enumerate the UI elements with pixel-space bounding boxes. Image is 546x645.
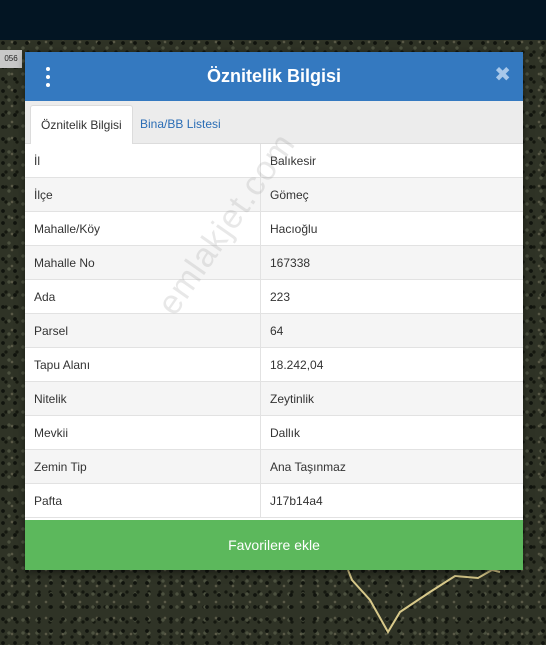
attr-value: Balıkesir bbox=[260, 144, 523, 178]
attribute-dialog: Öznitelik Bilgisi ✖ Öznitelik Bilgisi Bi… bbox=[25, 52, 523, 570]
attr-key: Parsel bbox=[25, 313, 261, 348]
attr-key: Nitelik bbox=[25, 381, 261, 416]
close-icon[interactable]: ✖ bbox=[494, 65, 511, 85]
attr-value: Hacıoğlu bbox=[260, 211, 523, 246]
attr-value: Zeytinlik bbox=[260, 381, 523, 416]
table-row: Nitelik Zeytinlik bbox=[25, 381, 523, 416]
attr-value: Ana Taşınmaz bbox=[260, 449, 523, 484]
attr-value: J17b14a4 bbox=[260, 483, 523, 518]
attr-key: Zemin Tip bbox=[25, 449, 261, 484]
attr-key: İlçe bbox=[25, 177, 261, 212]
attr-key: Mahalle/Köy bbox=[25, 211, 261, 246]
tab-building-list[interactable]: Bina/BB Listesi bbox=[130, 105, 231, 143]
attr-key: Mahalle No bbox=[25, 245, 261, 280]
attr-value: 223 bbox=[260, 279, 523, 314]
attr-value: Gömeç bbox=[260, 177, 523, 212]
kebab-menu-icon[interactable] bbox=[43, 67, 53, 87]
table-row: İl Balıkesir bbox=[25, 144, 523, 178]
table-row: Mahalle No 167338 bbox=[25, 245, 523, 280]
table-row: Zemin Tip Ana Taşınmaz bbox=[25, 449, 523, 484]
tab-attribute-info[interactable]: Öznitelik Bilgisi bbox=[30, 105, 133, 144]
table-row: Mahalle/Köy Hacıoğlu bbox=[25, 211, 523, 246]
add-favorite-button[interactable]: Favorilere ekle bbox=[25, 520, 523, 570]
attr-key: Tapu Alanı bbox=[25, 347, 261, 382]
attr-value: 18.242,04 bbox=[260, 347, 523, 382]
attr-key: İl bbox=[25, 144, 261, 178]
attr-key: Ada bbox=[25, 279, 261, 314]
attr-key: Mevkii bbox=[25, 415, 261, 450]
table-row: Parsel 64 bbox=[25, 313, 523, 348]
dialog-header: Öznitelik Bilgisi ✖ bbox=[25, 52, 523, 101]
tab-bar: Öznitelik Bilgisi Bina/BB Listesi bbox=[25, 101, 523, 144]
attr-value: Dallık bbox=[260, 415, 523, 450]
dialog-title: Öznitelik Bilgisi bbox=[206, 66, 342, 86]
attr-value: 64 bbox=[260, 313, 523, 348]
attr-key: Pafta bbox=[25, 483, 261, 518]
table-row: Pafta J17b14a4 bbox=[25, 483, 523, 518]
table-row: Tapu Alanı 18.242,04 bbox=[25, 347, 523, 382]
attribute-table: İl Balıkesir İlçe Gömeç Mahalle/Köy Hacıoğl… bbox=[25, 144, 523, 518]
attr-value: 167338 bbox=[260, 245, 523, 280]
table-row: Ada 223 bbox=[25, 279, 523, 314]
table-row: Mevkii Dallık bbox=[25, 415, 523, 450]
table-row: İlçe Gömeç bbox=[25, 177, 523, 212]
